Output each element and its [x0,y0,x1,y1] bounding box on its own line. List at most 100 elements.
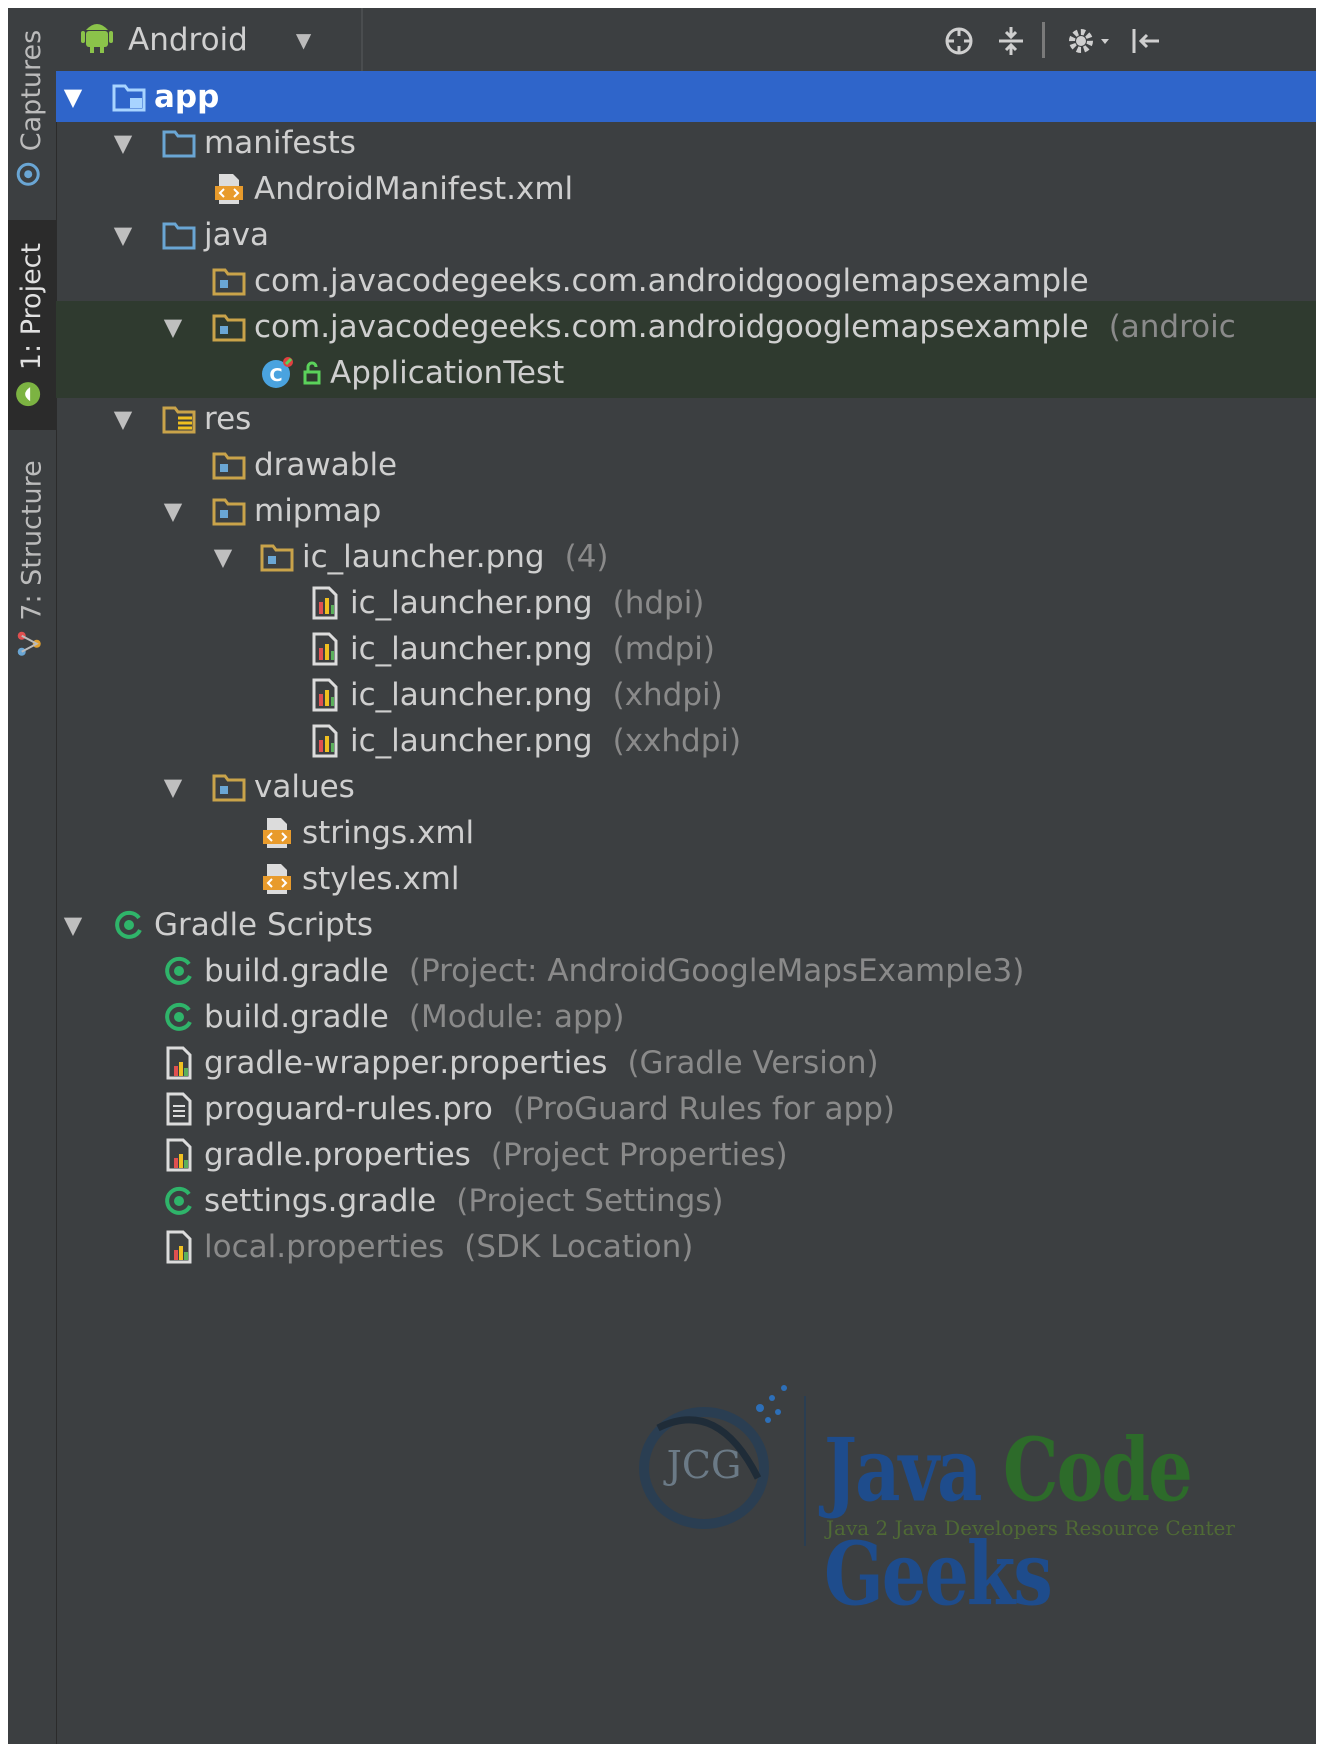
tree-item-ic-launcher-group[interactable]: ▼ ic_launcher.png (4) [56,531,1316,582]
tree-hint: (hdpi) [612,584,705,621]
jcg-logo-icon: JCG [639,1385,787,1529]
tree-label: res [204,400,252,437]
tree-item-gradle-properties[interactable]: gradle.properties (Project Properties) [56,1129,1316,1180]
tree-item-drawable[interactable]: drawable [56,439,1316,490]
test-class-icon: C [260,356,294,390]
tree-label: gradle-wrapper.properties [204,1044,608,1081]
tree-hint: (Gradle Version) [627,1044,879,1081]
tree-label: proguard-rules.pro [204,1090,493,1127]
expand-arrow-icon[interactable]: ▼ [108,405,138,433]
tree-item-app[interactable]: ▼ app [56,71,1316,122]
tree-label: local.properties [204,1228,445,1265]
tree-item-gradle-wrapper-properties[interactable]: gradle-wrapper.properties (Gradle Versio… [56,1037,1316,1088]
tree-item-values[interactable]: ▼ values [56,761,1316,812]
tree-hint: (xxhdpi) [612,722,742,759]
target-icon[interactable] [942,24,976,58]
gradle-icon [162,954,196,988]
tree-label: ic_launcher.png [350,584,593,621]
tree-item-ic-launcher[interactable]: ic_launcher.png (xhdpi) [56,669,1316,720]
tree-item-ic-launcher[interactable]: ic_launcher.png (xxhdpi) [56,715,1316,766]
expand-arrow-icon[interactable]: ▼ [158,497,188,525]
expand-arrow-icon[interactable]: ▼ [108,221,138,249]
tree-hint: (Module: app) [408,998,625,1035]
tree-item-java[interactable]: ▼ java [56,209,1316,260]
view-mode-dropdown[interactable]: Android ▼ [78,18,311,62]
tree-item-application-test[interactable]: C ApplicationTest [56,347,1316,398]
properties-icon [162,1046,196,1080]
collapse-all-icon[interactable] [994,24,1028,58]
tree-item-res[interactable]: ▼ res [56,393,1316,444]
tree-item-settings-gradle[interactable]: settings.gradle (Project Settings) [56,1175,1316,1226]
xml-file-icon [212,172,246,206]
tree-label: styles.xml [302,860,460,897]
package-icon [212,448,246,482]
tree-label: build.gradle [204,952,389,989]
gear-icon[interactable] [1064,24,1114,58]
tree-hint: (mdpi) [612,630,715,667]
tree-label: ic_launcher.png [302,538,545,575]
hide-panel-icon[interactable] [1128,24,1162,58]
tree-item-ic-launcher[interactable]: ic_launcher.png (mdpi) [56,623,1316,674]
expand-arrow-icon[interactable]: ▼ [158,773,188,801]
tree-label: gradle.properties [204,1136,471,1173]
tree-item-build-gradle-module[interactable]: build.gradle (Module: app) [56,991,1316,1042]
structure-icon [16,630,49,656]
tree-item-proguard-rules[interactable]: proguard-rules.pro (ProGuard Rules for a… [56,1083,1316,1134]
tree-label: strings.xml [302,814,475,851]
tree-label: java [204,216,269,253]
package-icon [212,770,246,804]
expand-arrow-icon[interactable]: ▼ [58,911,88,939]
toolbar-divider [361,8,363,71]
tree-item-package-test[interactable]: ▼ com.javacodegeeks.com.androidgooglemap… [56,301,1316,352]
tree-item-styles-xml[interactable]: styles.xml [56,853,1316,904]
project-tab[interactable]: 1: Project [8,220,56,430]
tree-label: build.gradle [204,998,389,1035]
tree-item-mipmap[interactable]: ▼ mipmap [56,485,1316,536]
tree-item-gradle-scripts[interactable]: ▼ Gradle Scripts [56,899,1316,950]
expand-arrow-icon[interactable]: ▼ [108,129,138,157]
jcg-logo-text: JCG [663,1443,742,1487]
image-file-icon [308,632,342,666]
project-toolbar: Android ▼ [56,8,1316,72]
tree-label: mipmap [254,492,382,529]
tree-label: settings.gradle [204,1182,437,1219]
unlocked-icon [302,356,322,390]
captures-icon [16,161,49,187]
properties-icon [162,1230,196,1264]
package-icon [212,494,246,528]
tree-label: drawable [254,446,398,483]
tree-label: AndroidManifest.xml [254,170,574,207]
tree-label: ic_launcher.png [350,630,593,667]
gradle-icon [162,1184,196,1218]
expand-arrow-icon[interactable]: ▼ [158,313,188,341]
watermark-divider [804,1396,806,1546]
captures-tab[interactable]: Captures [8,8,56,208]
chevron-down-icon: ▼ [295,28,312,52]
structure-tab[interactable]: 7: Structure [8,448,56,668]
android-icon [15,380,50,408]
tree-hint: (xhdpi) [612,676,723,713]
tree-hint: (Project Settings) [456,1182,724,1219]
tree-item-manifests[interactable]: ▼ manifests [56,117,1316,168]
expand-arrow-icon[interactable]: ▼ [208,543,238,571]
folder-icon [162,218,196,252]
tree-item-build-gradle-project[interactable]: build.gradle (Project: AndroidGoogleMaps… [56,945,1316,996]
tree-item-ic-launcher[interactable]: ic_launcher.png (hdpi) [56,577,1316,628]
watermark-title-code: Code [1002,1418,1193,1522]
tree-item-android-manifest[interactable]: AndroidManifest.xml [56,163,1316,214]
properties-icon [162,1138,196,1172]
left-tool-strip: Captures 1: Project 7: Structure [8,8,57,1744]
xml-file-icon [260,862,294,896]
folder-icon [162,126,196,160]
expand-arrow-icon[interactable]: ▼ [58,83,88,111]
tree-hint: (4) [564,538,609,575]
project-tab-label: 1: Project [16,242,48,370]
tree-label: ApplicationTest [330,354,565,391]
tree-item-package-main[interactable]: com.javacodegeeks.com.androidgooglemapse… [56,255,1316,306]
watermark-subtitle: Java 2 Java Developers Resource Center [826,1516,1235,1540]
tree-item-local-properties[interactable]: local.properties (SDK Location) [56,1221,1316,1272]
tree-label: com.javacodegeeks.com.androidgooglemapse… [254,308,1089,345]
tree-item-strings-xml[interactable]: strings.xml [56,807,1316,858]
package-icon [212,310,246,344]
tree-hint: (Project Properties) [490,1136,788,1173]
